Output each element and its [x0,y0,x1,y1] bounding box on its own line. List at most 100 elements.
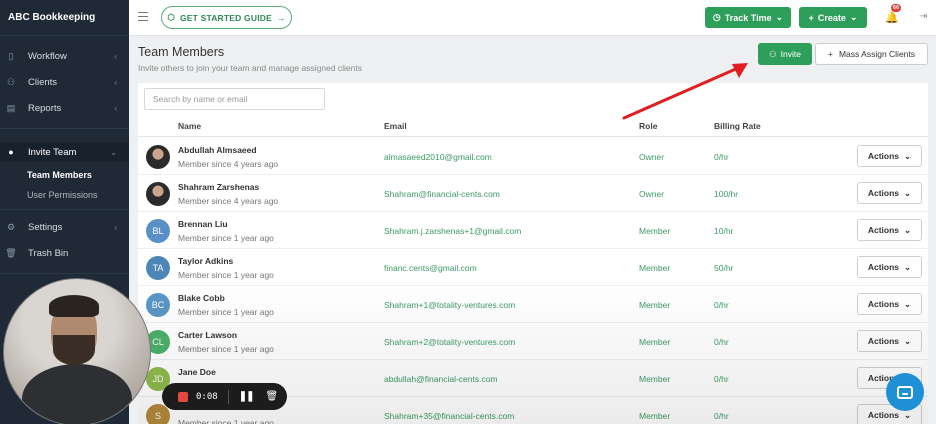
invite-label: Invite [780,49,801,59]
annotation-arrow [622,63,748,120]
actions-button[interactable]: Actions ⌄ [857,256,922,278]
chevron-down-icon: ⌄ [904,187,912,198]
table-row: Shahram Zarshenas Member since 4 years ag… [138,175,928,212]
member-email[interactable]: Shahram@financial-cents.com [384,189,500,199]
trash-icon: 🗑 [5,247,17,258]
chart-icon: ▤ [6,102,16,113]
presenter-hair [49,295,99,317]
member-email[interactable]: Shahram+1@totality-ventures.com [384,300,515,310]
member-name: Jane Doe [178,367,216,377]
chevron-down-icon: ⌄ [904,335,912,346]
column-header-role: Role [639,121,658,131]
member-email[interactable]: financ.cents@gmail.com [384,263,477,273]
create-button[interactable]: + Create ⌄ [799,7,867,28]
member-billing-rate: 0/hr [714,337,729,347]
sidebar-item-reports[interactable]: ▤ Reports ‹ [0,98,129,118]
actions-label: Actions [867,151,900,161]
table-row: BC Blake Cobb Member since 1 year ago Shahr… [138,286,928,323]
member-name: Taylor Adkins [178,256,234,266]
sidebar-item-label: Invite Team [28,146,77,158]
actions-button[interactable]: Actions ⌄ [857,145,922,167]
get-started-guide-button[interactable]: ⬡ GET STARTED GUIDE → [161,6,292,29]
menu-icon[interactable] [138,12,148,21]
member-since: Member since 4 years ago [178,159,279,169]
page-subtitle: Invite others to join your team and mana… [138,63,362,73]
sidebar-item-clients[interactable]: ⚇ Clients ‹ [0,72,129,92]
member-role: Member [639,226,671,236]
actions-button[interactable]: Actions ⌄ [857,219,922,241]
avatar [146,182,170,206]
search-input[interactable]: Search by name or email [144,88,325,110]
member-name: Abdullah Almsaeed [178,145,257,155]
mass-assign-clients-button[interactable]: + Mass Assign Clients [815,43,928,65]
recording-time: 0:08 [196,391,218,402]
mass-assign-label: Mass Assign Clients [838,49,916,59]
member-role: Member [639,411,671,421]
team-members-panel: Search by name or email Name Email Role … [138,83,928,424]
member-role: Member [639,263,671,273]
chat-support-button[interactable] [886,373,924,411]
sidebar-subitem-user-permissions[interactable]: User Permissions [27,190,98,200]
presenter-beard [53,335,95,365]
chevron-left-icon: ‹ [114,51,117,61]
create-label: Create [817,12,846,23]
member-since: Member since 1 year ago [178,233,274,243]
member-email[interactable]: Shahram+35@financial-cents.com [384,411,514,421]
sidebar-item-workflow[interactable]: ▯ Workflow ‹ [0,46,129,66]
sidebar-item-label: Clients [28,76,58,88]
sidebar-divider [0,209,129,210]
stop-recording-icon[interactable] [178,391,188,402]
pause-icon[interactable]: ❚❚ [239,391,255,402]
member-billing-rate: 0/hr [714,300,729,310]
member-email[interactable]: abdullah@financial-cents.com [384,374,498,384]
actions-button[interactable]: Actions ⌄ [857,182,922,204]
actions-label: Actions [867,225,900,235]
recording-controls: 0:08 ❚❚ 🗑 [162,383,287,410]
actions-button[interactable]: Actions ⌄ [857,293,922,315]
track-time-button[interactable]: ◷ Track Time ⌄ [705,7,791,28]
plus-icon: + [827,49,833,59]
table-row: Abdullah Almsaeed Member since 4 years ag… [138,138,928,175]
actions-label: Actions [867,299,900,309]
trash-icon[interactable]: 🗑 [265,391,278,402]
actions-label: Actions [867,188,900,198]
gear-icon: ⚙ [6,221,16,232]
table-header: Name Email Role Billing Rate [138,115,928,137]
member-name: Carter Lawson [178,330,238,340]
member-email[interactable]: almasaeed2010@gmail.com [384,152,492,162]
member-billing-rate: 0/hr [714,374,729,384]
member-role: Owner [639,152,665,162]
sidebar-item-settings[interactable]: ⚙ Settings ‹ [0,217,129,237]
actions-button[interactable]: Actions ⌄ [857,330,922,352]
chevron-down-icon: ⌄ [110,147,117,157]
sidebar-item-label: Workflow [28,50,67,62]
member-email[interactable]: Shahram+2@totality-ventures.com [384,337,515,347]
cube-icon: ⬡ [167,12,175,22]
actions-label: Actions [867,336,900,346]
member-name: Blake Cobb [178,293,225,303]
bell-icon[interactable]: 🔔 [885,11,899,24]
member-billing-rate: 10/hr [714,226,734,236]
team-icon: ● [8,147,14,157]
invite-button[interactable]: ⚇ Invite [758,43,812,65]
member-role: Member [639,337,671,347]
logout-icon[interactable]: ⇥ [919,11,927,22]
page-title: Team Members [138,45,225,59]
get-started-guide-label: GET STARTED GUIDE [179,12,272,23]
sidebar-item-trash-bin[interactable]: 🗑 Trash Bin [0,243,129,263]
sidebar-item-invite-team[interactable]: ● Invite Team ⌄ [0,142,129,162]
member-role: Member [639,300,671,310]
member-billing-rate: 50/hr [714,263,734,273]
clock-icon: ◷ [712,12,721,22]
sidebar-subitem-team-members[interactable]: Team Members [27,170,92,180]
avatar: BC [146,293,170,317]
member-since: Member since 1 year ago [178,307,274,317]
chevron-left-icon: ‹ [114,103,117,113]
column-header-name: Name [178,121,202,131]
member-email[interactable]: Shahram.j.zarshenas+1@gmail.com [384,226,521,236]
add-user-icon: ⚇ [769,48,777,59]
recorder-divider [227,389,229,404]
chat-icon [897,385,913,399]
avatar: BL [146,219,170,243]
member-since: Member since 4 years ago [178,196,279,206]
